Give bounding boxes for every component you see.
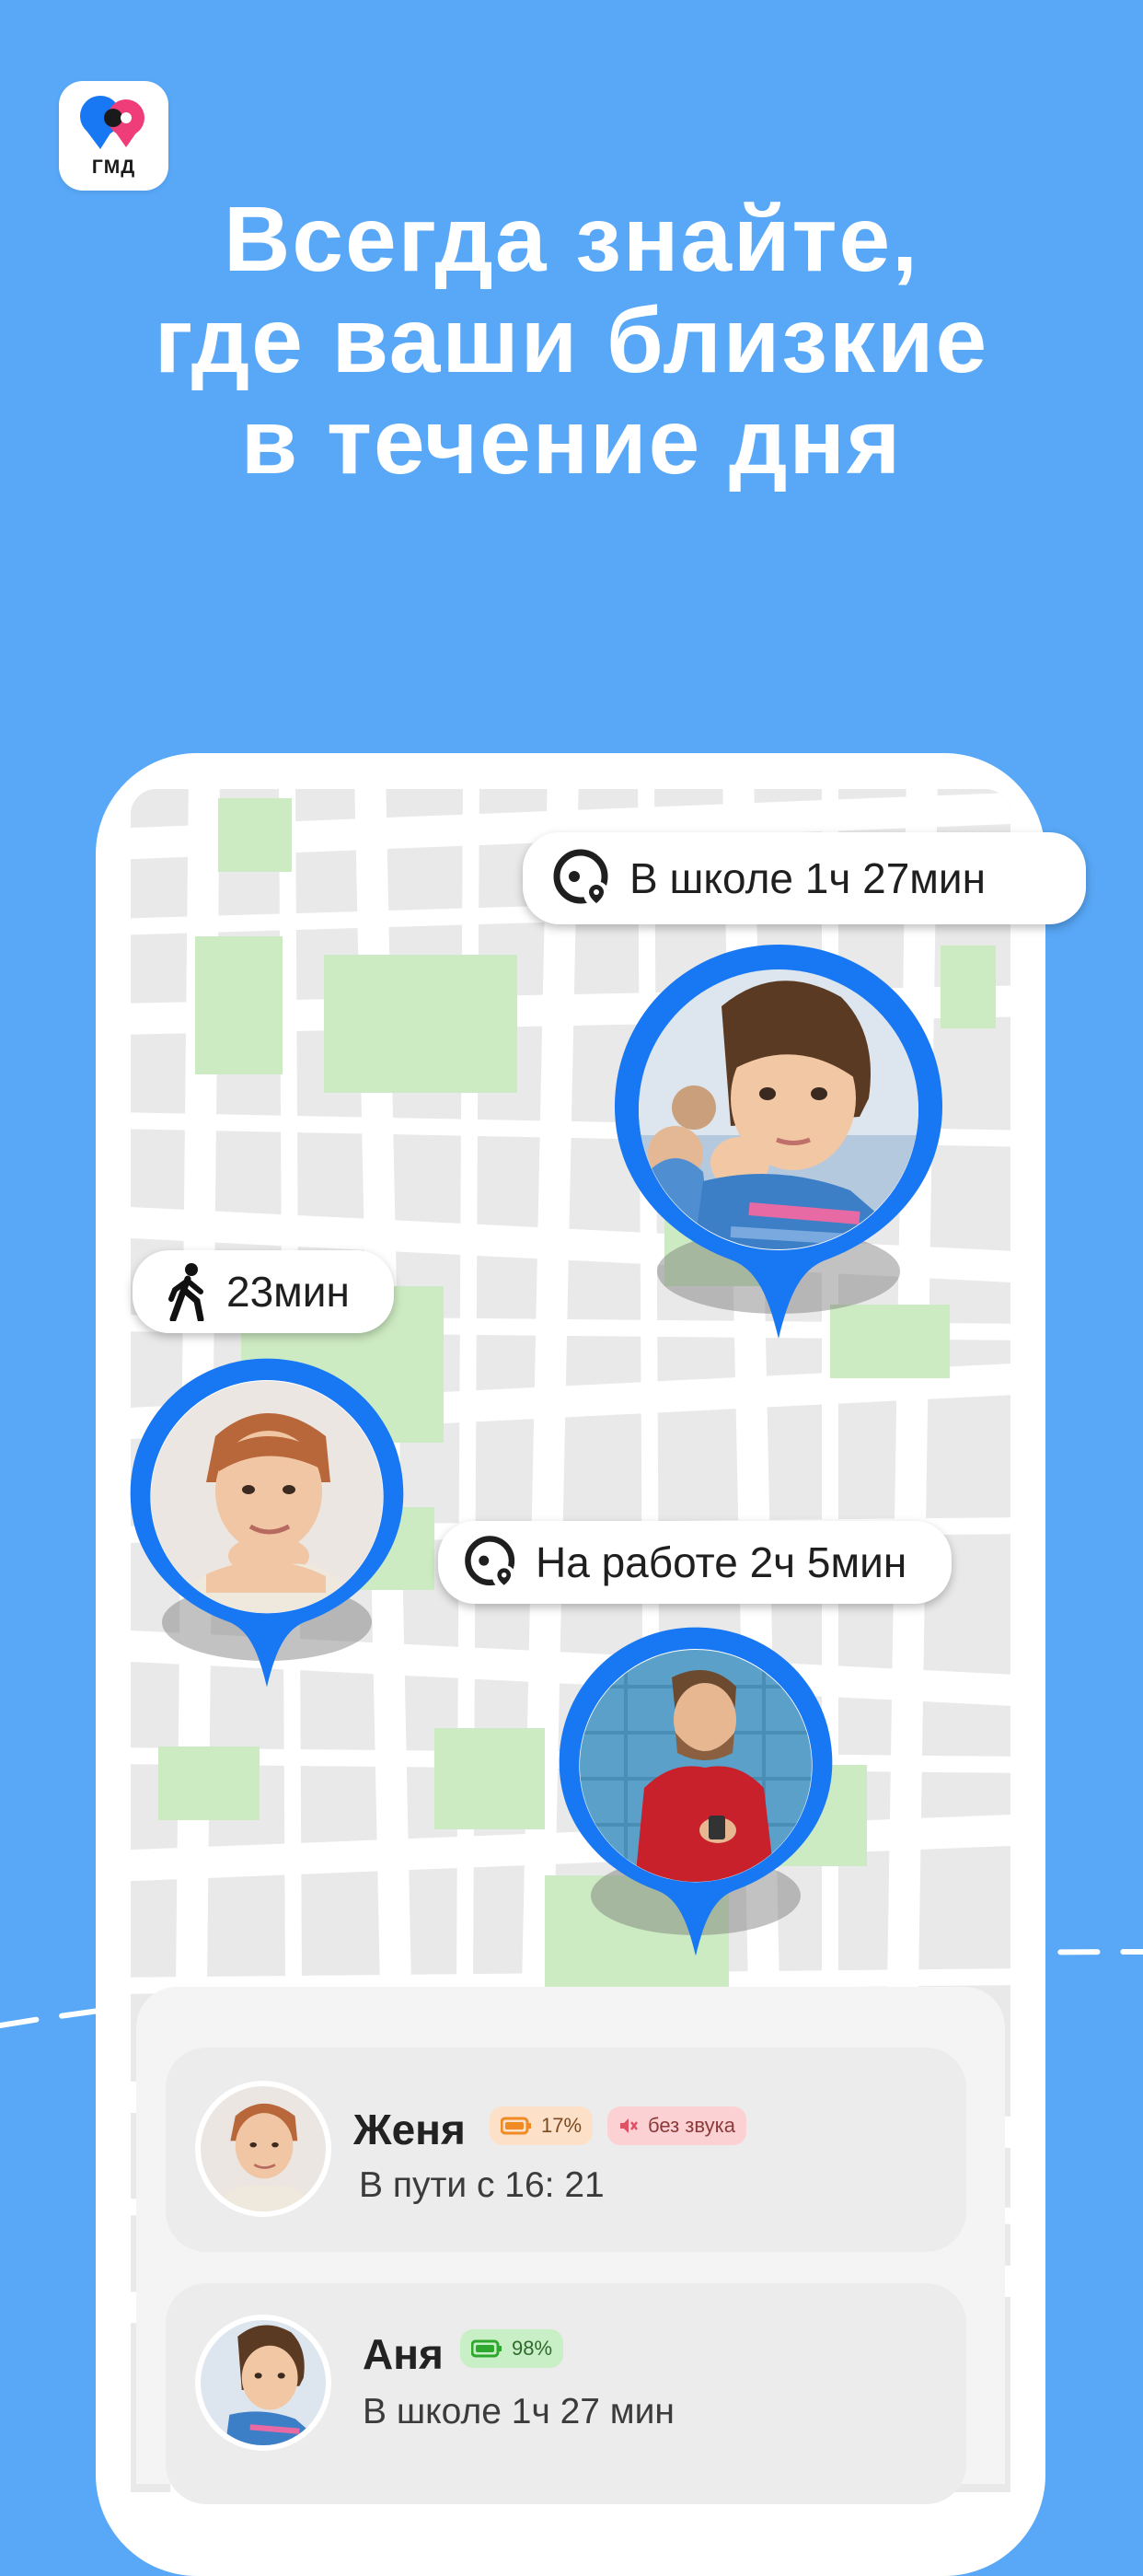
location-clock-icon xyxy=(462,1533,521,1592)
headline-line-2: где ваши близкие xyxy=(154,289,989,392)
boy-photo xyxy=(151,1381,383,1613)
headline-line-3: в течение дня xyxy=(240,390,903,493)
battery-badge: 17% xyxy=(490,2106,594,2145)
contact-card-zhenya[interactable]: Женя 17% без звука В пути с 16: 21 xyxy=(166,2048,966,2252)
logo-hearts-icon xyxy=(80,96,144,149)
headline: Всегда знайте, где ваши близкие в течени… xyxy=(0,189,1143,493)
contact-name: Аня xyxy=(363,2330,444,2378)
mute-label: без звука xyxy=(648,2114,735,2137)
battery-full-icon xyxy=(471,2339,502,2358)
location-clock-icon xyxy=(550,846,615,911)
status-pill-walking[interactable]: 23мин xyxy=(133,1250,394,1333)
avatar xyxy=(195,2081,331,2217)
avatar xyxy=(195,2315,331,2451)
contact-card-anya[interactable]: Аня 98% В школе 1ч 27 мин xyxy=(166,2283,966,2504)
speaker-muted-icon xyxy=(620,2118,638,2133)
status-pill-school[interactable]: В школе 1ч 27мин xyxy=(523,832,1086,924)
battery-low-icon xyxy=(501,2117,531,2135)
contact-name: Женя xyxy=(353,2106,466,2153)
status-pill-work-text: На работе 2ч 5мин xyxy=(536,1538,907,1586)
app-logo: ГМД xyxy=(59,81,168,191)
status-pill-walking-text: 23мин xyxy=(226,1268,350,1316)
status-pill-school-text: В школе 1ч 27мин xyxy=(629,854,987,902)
battery-badge: 98% xyxy=(460,2329,564,2368)
girl-photo xyxy=(639,969,918,1249)
app-icon-label: ГМД xyxy=(91,157,136,178)
contact-status: В пути с 16: 21 xyxy=(359,2165,605,2205)
battery-level: 17% xyxy=(541,2114,583,2137)
man-photo xyxy=(580,1650,812,1882)
walking-person-icon xyxy=(166,1262,212,1321)
mute-badge: без звука xyxy=(607,2106,746,2145)
headline-line-1: Всегда знайте, xyxy=(224,188,919,291)
battery-level: 98% xyxy=(512,2337,553,2360)
status-pill-work[interactable]: На работе 2ч 5мин xyxy=(438,1521,952,1604)
contact-status: В школе 1ч 27 мин xyxy=(363,2392,675,2431)
